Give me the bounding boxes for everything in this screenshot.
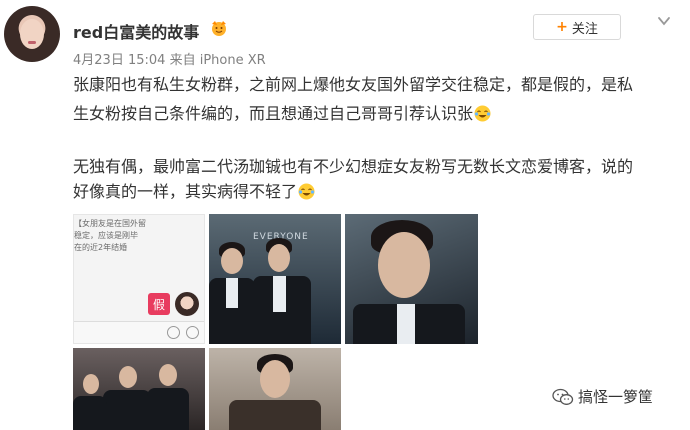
plus-icon: + [556, 19, 568, 35]
chat-text: 【女朋友是在国外留 稳定，应该是刚毕 在的近2年结婚 [74, 218, 146, 254]
post-date[interactable]: 4月23日 15:04 [73, 53, 165, 68]
credit-label: 搞怪一箩筐 [578, 388, 654, 406]
chat-text-line: 【女朋友是在国外留 [74, 219, 146, 228]
chat-bubble: 假 [148, 293, 170, 315]
post-text-line-1: 张康阳也有私生女粉群，之前网上爆他女友国外留学交往稳定，都是假的，是私 [73, 75, 634, 94]
source-prefix: 来自 [169, 53, 196, 68]
person-shirt [397, 304, 415, 344]
person-head [119, 366, 137, 388]
post-text-line-4-content: 好像真的一样，其实病得不轻了 [73, 182, 298, 201]
plus-circle-icon [186, 326, 199, 339]
person-suit [73, 396, 107, 430]
username-link[interactable]: red白富美的故事 [73, 19, 199, 43]
emoji-icon [167, 326, 180, 339]
person-head [378, 232, 430, 298]
image-thumbnail-two-men[interactable]: EVERYONE [209, 214, 341, 344]
image-thumbnail-portrait[interactable] [345, 214, 478, 344]
person-shirt [273, 276, 286, 312]
person-suit [147, 388, 189, 430]
chat-text-line: 稳定，应该是刚毕 [74, 231, 138, 240]
chevron-down-icon[interactable] [657, 14, 671, 28]
post-meta: 4月23日 15:04 来自 iPhone XR [73, 49, 266, 68]
follow-button[interactable]: + 关注 [533, 14, 621, 40]
person-head [221, 248, 243, 274]
post-text-line-4: 好像真的一样，其实病得不轻了 [73, 179, 315, 205]
chat-text-line: 在的近2年结婚 [74, 243, 128, 252]
follow-label: 关注 [571, 21, 598, 37]
laugh-cry-emoji-icon [474, 105, 491, 122]
post-text-line-3: 无独有偶，最帅富二代汤珈铖也有不少幻想症女友粉写无数长文恋爱博客，说的 [73, 157, 634, 176]
person-head [159, 364, 177, 386]
image-thumbnail-chat-screenshot[interactable]: 【女朋友是在国外留 稳定，应该是刚毕 在的近2年结婚 假 [73, 214, 205, 344]
laugh-cry-emoji-icon [298, 183, 315, 200]
post-source[interactable]: iPhone XR [200, 53, 266, 68]
person-shirt [226, 278, 238, 308]
chat-input-bar [74, 321, 204, 343]
image-thumbnail-man-smiling[interactable] [209, 348, 341, 430]
avatar-face [20, 19, 44, 49]
post-text-line-2: 生女粉按自己条件编的，而且想通过自己哥哥引荐认识张 [73, 101, 491, 127]
person-suit [103, 390, 151, 430]
avatar-lips [28, 41, 36, 44]
person-head [268, 244, 290, 272]
wechat-icon [552, 388, 574, 405]
post-text-line-2-content: 生女粉按自己条件编的，而且想通过自己哥哥引荐认识张 [73, 104, 474, 123]
person-head [260, 360, 290, 398]
person-sweater [229, 400, 321, 430]
image-thumbnail-group[interactable] [73, 348, 205, 430]
chat-avatar [175, 292, 199, 316]
vip-badge-icon [212, 21, 226, 36]
person-head [83, 374, 99, 394]
account-credit: 搞怪一箩筐 [552, 386, 653, 407]
user-avatar[interactable] [4, 6, 60, 62]
